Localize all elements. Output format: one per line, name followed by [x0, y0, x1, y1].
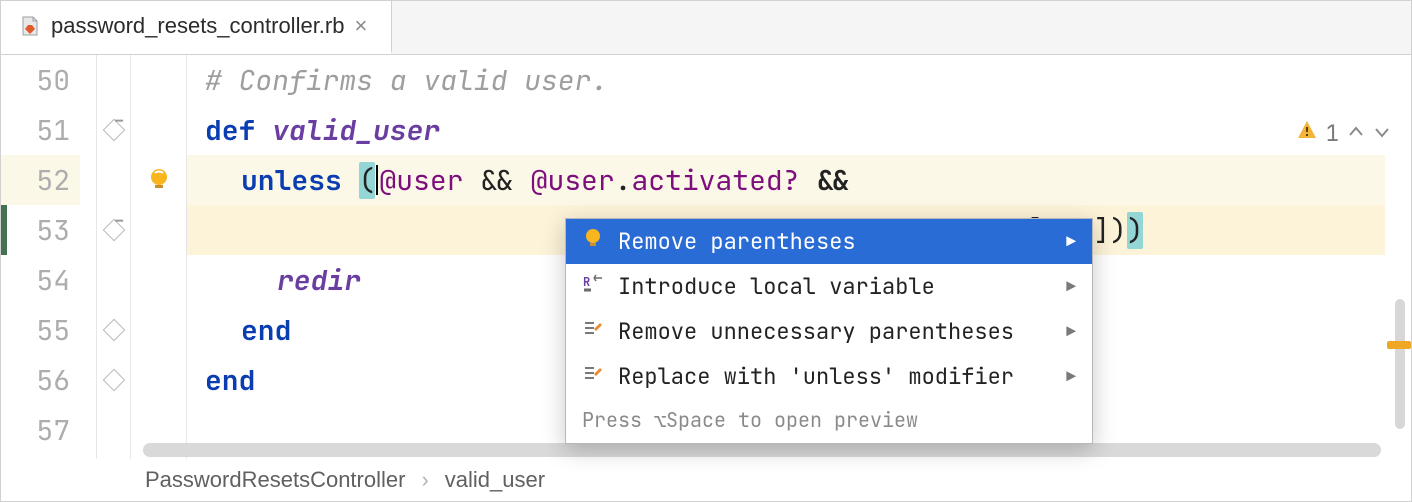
- intention-label: Remove unnecessary parentheses: [618, 317, 1014, 346]
- warning-marker[interactable]: [1387, 341, 1411, 349]
- caret: [376, 165, 378, 195]
- submenu-arrow-icon: ▶: [1066, 276, 1076, 297]
- code-line: def valid_user: [187, 105, 1385, 155]
- line-number[interactable]: 50: [1, 55, 80, 105]
- keyword: end: [241, 312, 291, 349]
- line-number[interactable]: 57: [1, 405, 80, 455]
- chevron-down-icon[interactable]: [1373, 119, 1391, 148]
- line-number-gutter: 50 51 52 53 54 55 56 57: [1, 55, 97, 459]
- close-paren: ): [1110, 212, 1127, 249]
- popup-footer-hint: Press ⌥Space to open preview: [566, 399, 1092, 443]
- chevron-up-icon[interactable]: [1347, 119, 1365, 148]
- bulb-icon: [582, 227, 604, 256]
- keyword: def: [205, 112, 272, 149]
- code-line: unless (@user && @user.activated? &&: [187, 155, 1385, 205]
- intention-popup: Remove parentheses ▶ R Introduce local v…: [565, 218, 1093, 444]
- line-number[interactable]: 55: [1, 305, 80, 355]
- fold-toggle[interactable]: [102, 319, 125, 342]
- line-number[interactable]: 52: [1, 155, 80, 205]
- editor[interactable]: 1 50 51 52 53 54 55 56 57: [1, 55, 1411, 459]
- operator: .: [615, 162, 632, 199]
- ivar: @user: [379, 162, 463, 199]
- breadcrumbs: PasswordResetsController › valid_user: [1, 459, 1411, 501]
- error-stripe[interactable]: [1385, 55, 1411, 459]
- submenu-arrow-icon: ▶: [1066, 321, 1076, 342]
- operator: &&: [463, 162, 530, 199]
- method-name: valid_user: [272, 112, 440, 149]
- submenu-arrow-icon: ▶: [1066, 231, 1076, 252]
- scrollbar-thumb[interactable]: [1395, 299, 1405, 429]
- method-call: activated?: [631, 162, 799, 199]
- keyword: unless: [241, 162, 359, 199]
- keyword: end: [205, 362, 255, 399]
- fold-toggle[interactable]: [102, 119, 125, 142]
- refactor-icon: R: [582, 272, 604, 301]
- comment-text: # Confirms a valid user.: [205, 62, 608, 99]
- file-tab[interactable]: password_resets_controller.rb ×: [1, 1, 392, 54]
- line-number[interactable]: 56: [1, 355, 80, 405]
- fold-gutter: [97, 55, 131, 459]
- edit-icon: [582, 317, 604, 346]
- horizontal-scrollbar[interactable]: [143, 443, 1381, 457]
- bracket: ]: [1093, 212, 1110, 249]
- open-paren: (: [359, 162, 376, 199]
- line-number[interactable]: 51: [1, 105, 80, 155]
- breadcrumb-class[interactable]: PasswordResetsController: [145, 467, 405, 493]
- edit-icon: [582, 362, 604, 391]
- marks-gutter: [131, 55, 187, 459]
- intention-item-introduce-variable[interactable]: R Introduce local variable ▶: [566, 264, 1092, 309]
- fold-toggle[interactable]: [102, 219, 125, 242]
- intention-label: Remove parentheses: [618, 227, 856, 256]
- svg-text:R: R: [583, 274, 590, 290]
- breadcrumb-separator-icon: ›: [421, 467, 428, 493]
- intention-item-remove-parentheses[interactable]: Remove parentheses ▶: [566, 219, 1092, 264]
- code-area[interactable]: # Confirms a valid user. def valid_user …: [187, 55, 1385, 459]
- intention-item-replace-unless[interactable]: Replace with 'unless' modifier ▶: [566, 354, 1092, 399]
- intention-label: Introduce local variable: [618, 272, 935, 301]
- close-paren-highlight: ): [1127, 212, 1144, 249]
- code-line: # Confirms a valid user.: [187, 55, 1385, 105]
- ivar: @user: [531, 162, 615, 199]
- intention-bulb-icon[interactable]: [146, 167, 172, 193]
- ruby-file-icon: [19, 15, 41, 37]
- operator: &&: [799, 162, 866, 199]
- tab-filename: password_resets_controller.rb: [51, 13, 344, 39]
- method-call: redir: [277, 262, 361, 299]
- warning-icon: [1296, 119, 1318, 148]
- submenu-arrow-icon: ▶: [1066, 366, 1076, 387]
- warning-count: 1: [1326, 119, 1339, 148]
- close-icon[interactable]: ×: [354, 15, 367, 37]
- intention-item-remove-unnecessary-parens[interactable]: Remove unnecessary parentheses ▶: [566, 309, 1092, 354]
- breadcrumb-method[interactable]: valid_user: [445, 467, 545, 493]
- fold-toggle[interactable]: [102, 369, 125, 392]
- line-number[interactable]: 53: [1, 205, 80, 255]
- line-number[interactable]: 54: [1, 255, 80, 305]
- inspections-widget[interactable]: 1: [1296, 119, 1391, 148]
- intention-label: Replace with 'unless' modifier: [618, 362, 1014, 391]
- tab-strip: password_resets_controller.rb ×: [1, 1, 1411, 55]
